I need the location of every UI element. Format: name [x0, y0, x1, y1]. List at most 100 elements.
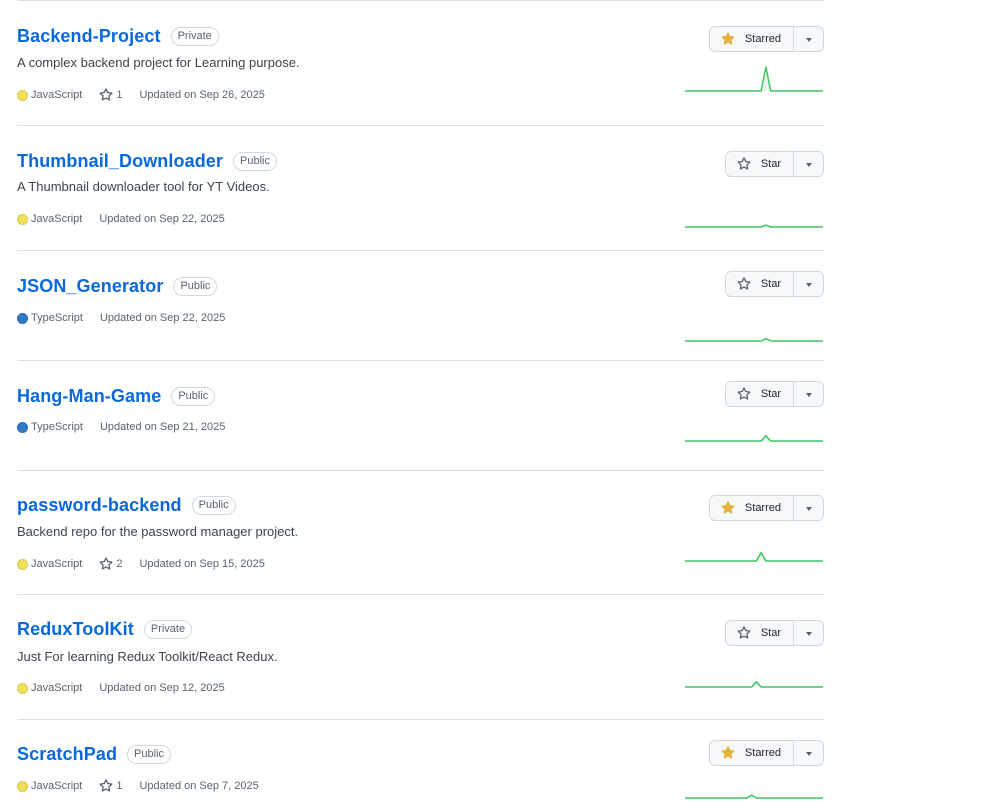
repo-item: Backend-Project Private A complex backen… [17, 1, 824, 126]
repo-language: TypeScript [17, 421, 83, 433]
visibility-badge: Public [173, 276, 218, 296]
sparkline-line [685, 434, 823, 442]
repo-name-link[interactable]: ReduxToolKit [17, 619, 134, 640]
repo-language: JavaScript [17, 89, 82, 101]
repo-name-link[interactable]: ScratchPad [17, 744, 117, 765]
star-count: 1 [116, 780, 123, 792]
star-button-label: Star [760, 278, 781, 290]
star-list-dropdown[interactable] [794, 272, 823, 296]
repo-item: JSON_Generator Public TypeScript Updated… [17, 251, 824, 361]
repo-item: Hang-Man-Game Public TypeScript Updated … [17, 361, 824, 471]
star-button[interactable]: Star [726, 382, 794, 406]
stargazers-link[interactable]: 1 [99, 88, 122, 102]
visibility-badge: Private [143, 619, 193, 639]
repo-language: JavaScript [17, 780, 82, 792]
star-list-dropdown[interactable] [794, 496, 823, 520]
star-button-label: Star [760, 388, 781, 400]
caret-down-icon [805, 507, 812, 511]
repo-description: A complex backend project for Learning p… [17, 55, 300, 70]
repo-language: JavaScript [17, 558, 82, 570]
star-count: 2 [116, 558, 123, 570]
caret-down-icon [805, 632, 812, 636]
repo-meta: JavaScript 1 Updated on Sep 7, 2025 [17, 779, 259, 793]
repo-name-link[interactable]: JSON_Generator [17, 276, 163, 297]
repo-name-link[interactable]: Thumbnail_Downloader [17, 151, 223, 172]
unstar-button[interactable]: Starred [710, 496, 794, 520]
updated-date: Updated on Sep 21, 2025 [99, 421, 226, 433]
repo-name-link[interactable]: Hang-Man-Game [17, 386, 161, 407]
language-color-dot [17, 558, 28, 570]
star-button-group: Starred [708, 495, 824, 521]
unstar-button[interactable]: Starred [710, 27, 794, 51]
repository-list: Backend-Project Private A complex backen… [17, 1, 824, 810]
repo-title-row: Thumbnail_Downloader Public [17, 150, 277, 172]
star-icon [99, 557, 113, 570]
star-list-dropdown[interactable] [794, 27, 823, 51]
repo-language: JavaScript [17, 682, 82, 694]
star-count: 1 [116, 89, 123, 101]
star-button-label: Starred [744, 33, 781, 45]
star-filled-icon [721, 746, 735, 759]
repo-meta: JavaScript 1 Updated on Sep 26, 2025 [17, 88, 265, 102]
repo-name-link[interactable]: password-backend [17, 495, 182, 516]
star-button-group: Starred [708, 26, 824, 52]
updated-date: Updated on Sep 22, 2025 [99, 213, 225, 225]
repo-title-row: ReduxToolKit Private [17, 618, 193, 640]
repo-name-link[interactable]: Backend-Project [17, 26, 161, 47]
updated-date: Updated on Sep 15, 2025 [139, 558, 265, 570]
star-list-dropdown[interactable] [794, 621, 823, 645]
star-button-label: Star [760, 158, 781, 170]
activity-sparkline [685, 66, 823, 92]
sparkline-line [685, 224, 823, 228]
repo-item: ScratchPad Public JavaScript 1 Updated o… [17, 720, 824, 810]
unstar-button[interactable]: Starred [710, 741, 794, 765]
repo-title-row: Backend-Project Private [17, 25, 219, 47]
language-color-dot [17, 780, 28, 792]
star-icon [737, 157, 751, 170]
star-list-dropdown[interactable] [794, 152, 823, 176]
repo-meta: TypeScript Updated on Sep 22, 2025 [17, 312, 225, 324]
star-icon [737, 387, 751, 400]
repo-language: JavaScript [17, 213, 82, 225]
star-button-group: Starred [708, 740, 824, 766]
updated-date: Updated on Sep 26, 2025 [139, 89, 265, 101]
language-color-dot [17, 213, 28, 225]
star-button[interactable]: Star [726, 621, 794, 645]
visibility-badge: Public [171, 386, 216, 406]
stargazers-link[interactable]: 2 [99, 557, 122, 571]
star-icon [737, 626, 751, 639]
star-icon [737, 277, 751, 290]
activity-sparkline [685, 680, 823, 688]
repo-title-row: JSON_Generator Public [17, 275, 218, 297]
sparkline-line [685, 337, 823, 342]
repo-description: A Thumbnail downloader tool for YT Video… [17, 179, 270, 194]
repo-meta: TypeScript Updated on Sep 21, 2025 [17, 421, 225, 433]
sparkline-area [685, 67, 823, 91]
language-color-dot [17, 89, 28, 101]
star-button-group: Star [724, 620, 824, 646]
caret-down-icon [805, 283, 812, 287]
updated-date: Updated on Sep 12, 2025 [99, 682, 225, 694]
star-list-dropdown[interactable] [794, 741, 823, 765]
repo-description: Backend repo for the password manager pr… [17, 524, 299, 539]
updated-date: Updated on Sep 22, 2025 [99, 312, 226, 324]
language-name: JavaScript [31, 780, 83, 792]
caret-down-icon [805, 752, 812, 756]
language-color-dot [17, 312, 28, 324]
star-button-group: Star [724, 151, 824, 177]
star-button-label: Starred [744, 747, 781, 759]
visibility-badge: Public [191, 495, 236, 515]
star-button[interactable]: Star [726, 272, 794, 296]
star-button[interactable]: Star [726, 152, 794, 176]
star-filled-icon [721, 32, 735, 45]
sparkline-area [685, 435, 823, 441]
language-color-dot [17, 682, 28, 694]
star-icon [99, 779, 113, 792]
stargazers-link[interactable]: 1 [99, 779, 122, 793]
language-name: TypeScript [31, 312, 83, 324]
repo-item: ReduxToolKit Private Just For learning R… [17, 595, 824, 720]
star-list-dropdown[interactable] [794, 382, 823, 406]
activity-sparkline [685, 337, 823, 342]
caret-down-icon [805, 163, 812, 167]
language-color-dot [17, 421, 28, 433]
